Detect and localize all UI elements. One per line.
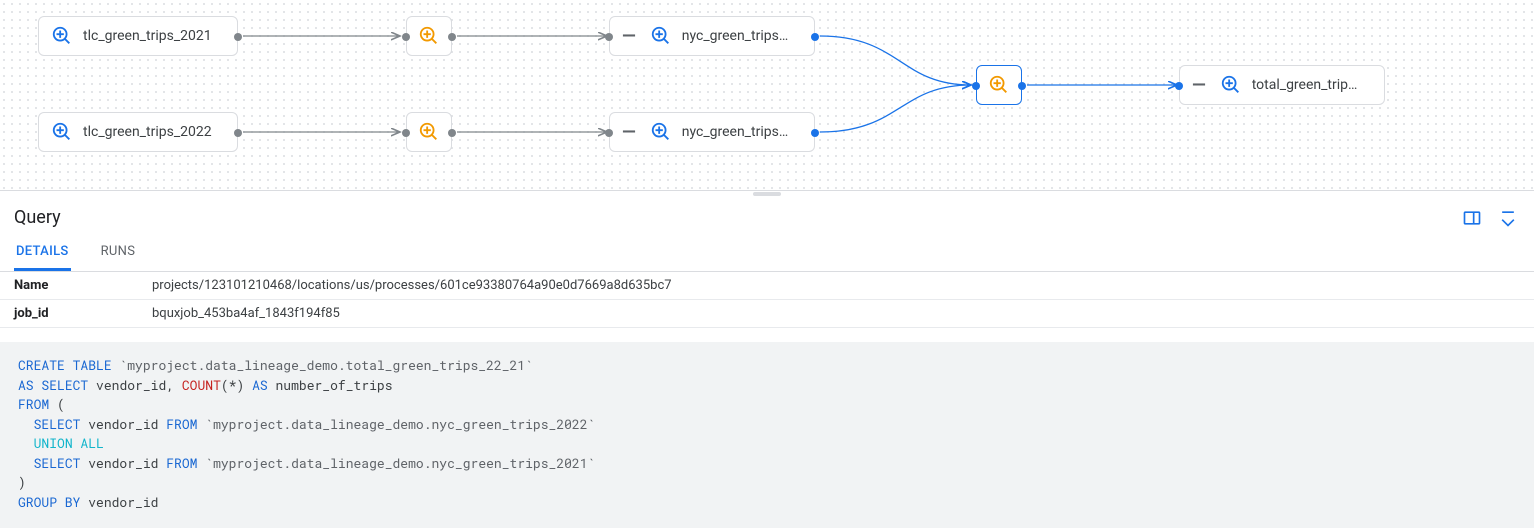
input-port	[605, 129, 613, 137]
lineage-node-table[interactable]: — nyc_green_trips…	[609, 112, 815, 152]
row-val-name: projects/123101210468/locations/us/proce…	[152, 278, 672, 293]
row-key-name: Name	[14, 278, 152, 293]
node-label: nyc_green_trips…	[682, 28, 788, 44]
collapse-panel-icon[interactable]	[1498, 208, 1518, 228]
bigquery-icon	[650, 121, 672, 143]
collapse-icon[interactable]: —	[622, 122, 636, 143]
output-port	[448, 33, 456, 41]
bigquery-icon	[1220, 74, 1242, 96]
panel-header: Query	[0, 197, 1534, 234]
sql-code-block: CREATE TABLE `myproject.data_lineage_dem…	[0, 342, 1534, 528]
node-label: tlc_green_trips_2021	[83, 28, 212, 44]
tab-runs[interactable]: RUNS	[99, 234, 138, 271]
bigquery-icon	[650, 25, 672, 47]
process-icon	[988, 74, 1010, 96]
node-label: tlc_green_trips_2022	[83, 124, 212, 140]
panel-title: Query	[14, 207, 61, 228]
row-key-jobid: job_id	[14, 306, 152, 321]
node-label: nyc_green_trips…	[682, 124, 788, 140]
collapse-icon[interactable]: —	[622, 26, 636, 47]
output-port	[234, 33, 242, 41]
input-port	[402, 33, 410, 41]
output-port	[1018, 82, 1026, 90]
lineage-node-process[interactable]	[406, 112, 452, 152]
lineage-node-process-selected[interactable]	[976, 65, 1022, 105]
lineage-node-output-table[interactable]: — total_green_trip…	[1179, 65, 1385, 105]
row-val-jobid: bquxjob_453ba4af_1843f194f85	[152, 306, 340, 321]
input-port	[972, 82, 980, 90]
lineage-node-process[interactable]	[406, 16, 452, 56]
output-port	[234, 129, 242, 137]
bigquery-icon	[51, 121, 73, 143]
details-table: Name projects/123101210468/locations/us/…	[0, 272, 1534, 328]
panel-tabs: DETAILS RUNS	[0, 234, 1534, 272]
table-row: job_id bquxjob_453ba4af_1843f194f85	[0, 300, 1534, 328]
node-label: total_green_trip…	[1252, 77, 1358, 93]
process-icon	[418, 25, 440, 47]
bigquery-icon	[51, 25, 73, 47]
process-icon	[418, 121, 440, 143]
collapse-icon[interactable]: —	[1192, 75, 1206, 96]
side-panel-icon[interactable]	[1462, 208, 1482, 228]
lineage-node-table[interactable]: — nyc_green_trips…	[609, 16, 815, 56]
input-port	[1175, 82, 1183, 90]
output-port	[448, 129, 456, 137]
lineage-node-source-table[interactable]: tlc_green_trips_2021	[38, 16, 238, 56]
output-port	[811, 129, 819, 137]
input-port	[605, 33, 613, 41]
table-row: Name projects/123101210468/locations/us/…	[0, 272, 1534, 300]
lineage-canvas[interactable]: tlc_green_trips_2021 tlc_green_trips_202…	[0, 0, 1534, 191]
input-port	[402, 129, 410, 137]
output-port	[811, 33, 819, 41]
tab-details[interactable]: DETAILS	[14, 234, 71, 271]
lineage-node-source-table[interactable]: tlc_green_trips_2022	[38, 112, 238, 152]
